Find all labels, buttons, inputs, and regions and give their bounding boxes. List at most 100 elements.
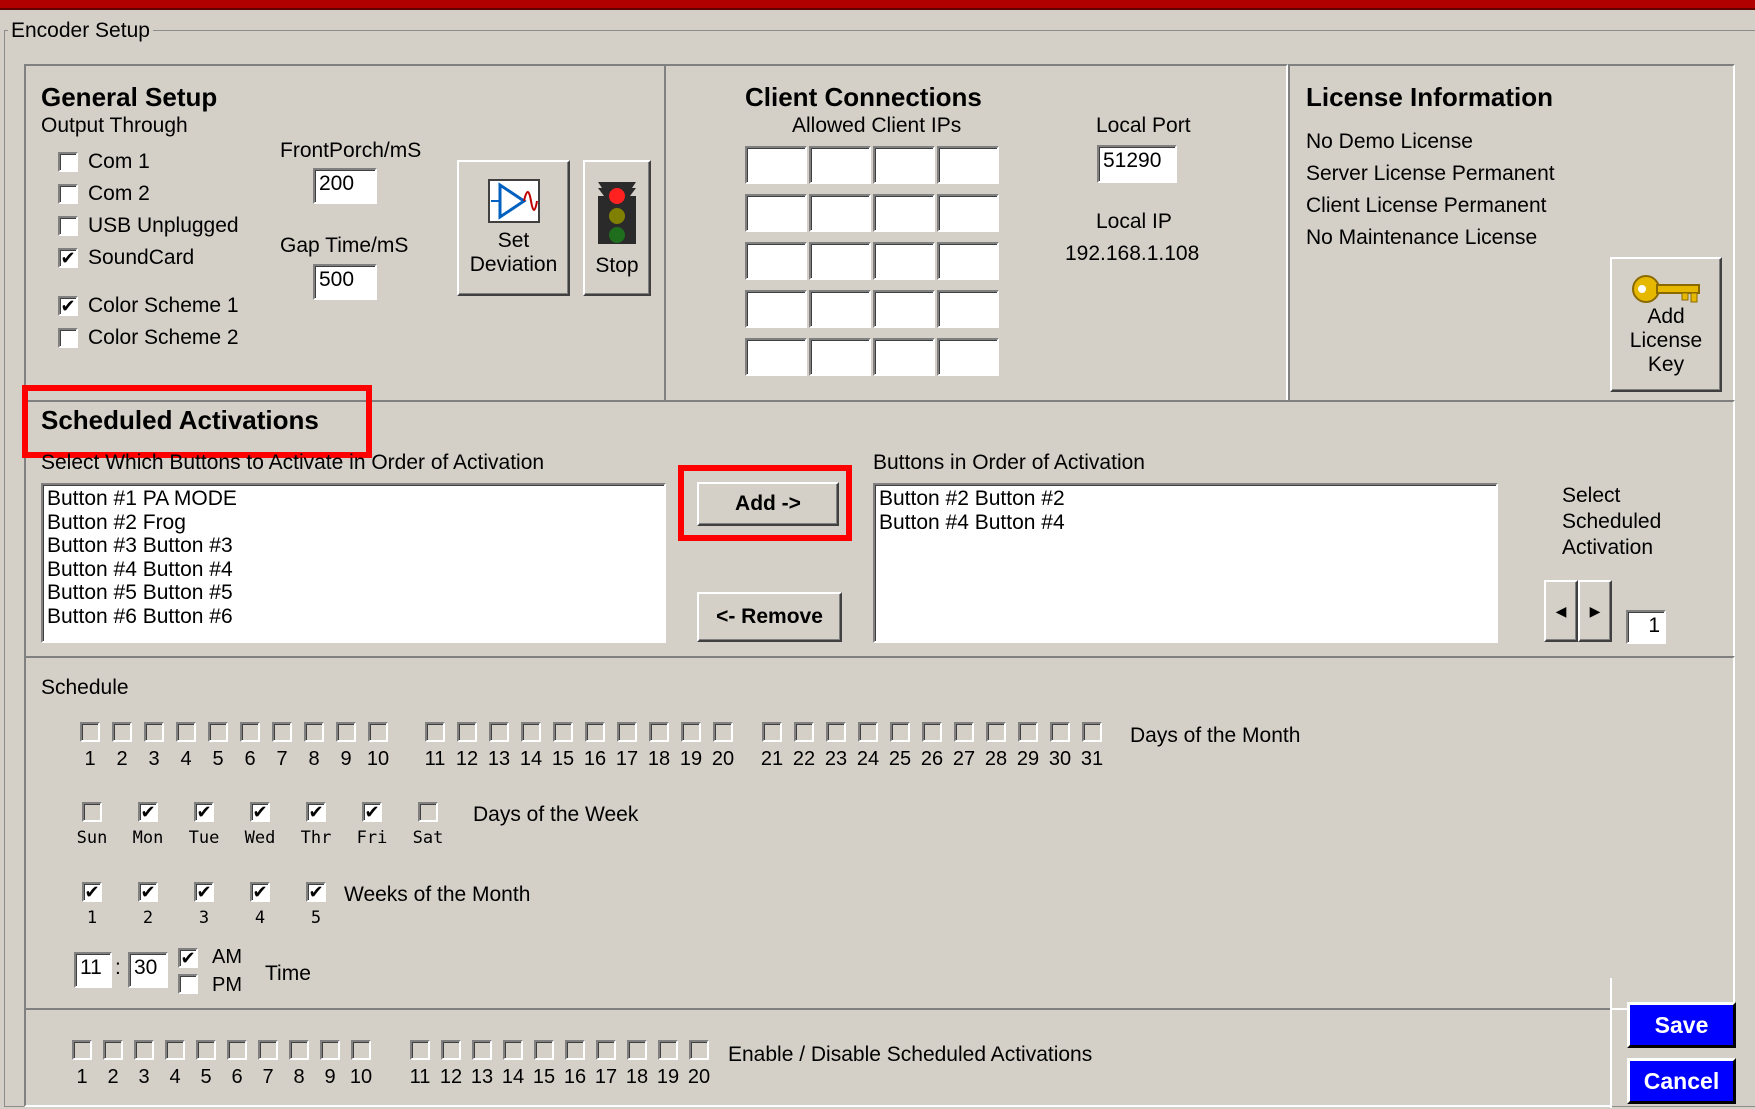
enable-activation-checkbox[interactable] (441, 1040, 461, 1060)
spin-left-button[interactable]: ◀ (1544, 580, 1578, 642)
output-option[interactable]: Com 2 (58, 178, 278, 210)
scheme-checkbox[interactable]: ✔ (58, 296, 78, 316)
week-of-month-checkbox[interactable]: ✔ (250, 882, 270, 902)
day-of-week-checkbox[interactable]: ✔ (306, 802, 326, 822)
front-porch-input[interactable]: 200 (313, 168, 377, 204)
day-of-month-checkbox[interactable] (425, 722, 445, 742)
day-of-week-checkbox[interactable] (418, 802, 438, 822)
available-buttons-list[interactable]: Button #1 PA MODE Button #2 Frog Button #3… (41, 483, 666, 643)
day-of-month-checkbox[interactable] (954, 722, 974, 742)
day-of-month-checkbox[interactable] (1050, 722, 1070, 742)
ip-octet-input[interactable] (745, 242, 807, 280)
ip-octet-input[interactable] (937, 290, 999, 328)
day-of-month-checkbox[interactable] (826, 722, 846, 742)
day-of-month-checkbox[interactable] (457, 722, 477, 742)
day-of-month-checkbox[interactable] (304, 722, 324, 742)
day-of-month-checkbox[interactable] (713, 722, 733, 742)
ip-octet-input[interactable] (809, 290, 871, 328)
enable-activation-checkbox[interactable] (472, 1040, 492, 1060)
day-of-month-checkbox[interactable] (336, 722, 356, 742)
day-of-month-checkbox[interactable] (890, 722, 910, 742)
week-of-month-checkbox[interactable]: ✔ (194, 882, 214, 902)
output-checkbox[interactable] (58, 152, 78, 172)
set-deviation-button[interactable]: Set Deviation (457, 160, 570, 296)
enable-activation-checkbox[interactable] (227, 1040, 247, 1060)
output-option[interactable]: ✔ SoundCard (58, 242, 278, 274)
local-port-input[interactable]: 51290 (1097, 145, 1177, 183)
day-of-month-checkbox[interactable] (649, 722, 669, 742)
enable-activation-checkbox[interactable] (289, 1040, 309, 1060)
list-item[interactable]: Button #4 Button #4 (879, 511, 1492, 535)
enable-activation-checkbox[interactable] (351, 1040, 371, 1060)
day-of-month-checkbox[interactable] (272, 722, 292, 742)
day-of-week-checkbox[interactable] (82, 802, 102, 822)
scheme-checkbox[interactable] (58, 328, 78, 348)
day-of-month-checkbox[interactable] (489, 722, 509, 742)
stop-button[interactable]: Stop (583, 160, 651, 296)
day-of-week-checkbox[interactable]: ✔ (138, 802, 158, 822)
day-of-month-checkbox[interactable] (112, 722, 132, 742)
ip-octet-input[interactable] (809, 194, 871, 232)
day-of-month-checkbox[interactable] (1018, 722, 1038, 742)
ip-octet-input[interactable] (873, 242, 935, 280)
ip-octet-input[interactable] (873, 338, 935, 376)
enable-activation-checkbox[interactable] (72, 1040, 92, 1060)
day-of-month-checkbox[interactable] (858, 722, 878, 742)
day-of-month-checkbox[interactable] (794, 722, 814, 742)
spin-right-button[interactable]: ▶ (1578, 580, 1612, 642)
list-item[interactable]: Button #4 Button #4 (47, 558, 660, 582)
enable-activation-checkbox[interactable] (320, 1040, 340, 1060)
day-of-month-checkbox[interactable] (762, 722, 782, 742)
ip-octet-input[interactable] (745, 194, 807, 232)
output-option[interactable]: Com 1 (58, 146, 278, 178)
add-license-key-button[interactable]: Add License Key (1610, 257, 1722, 392)
scheduled-activation-number[interactable]: 1 (1626, 610, 1666, 644)
scheme-option[interactable]: Color Scheme 2 (58, 322, 288, 354)
pm-checkbox[interactable] (178, 974, 198, 994)
day-of-month-checkbox[interactable] (368, 722, 388, 742)
list-item[interactable]: Button #6 Button #6 (47, 605, 660, 629)
day-of-month-checkbox[interactable] (681, 722, 701, 742)
ip-octet-input[interactable] (873, 194, 935, 232)
week-of-month-checkbox[interactable]: ✔ (306, 882, 326, 902)
list-item[interactable]: Button #3 Button #3 (47, 534, 660, 558)
enable-activation-checkbox[interactable] (596, 1040, 616, 1060)
enable-activation-checkbox[interactable] (689, 1040, 709, 1060)
ordered-buttons-list[interactable]: Button #2 Button #2 Button #4 Button #4 (873, 483, 1498, 643)
day-of-month-checkbox[interactable] (176, 722, 196, 742)
save-button[interactable]: Save (1627, 1002, 1736, 1048)
output-checkbox[interactable]: ✔ (58, 248, 78, 268)
enable-activation-checkbox[interactable] (534, 1040, 554, 1060)
enable-activation-checkbox[interactable] (410, 1040, 430, 1060)
ip-octet-input[interactable] (937, 242, 999, 280)
day-of-month-checkbox[interactable] (240, 722, 260, 742)
ip-octet-input[interactable] (873, 290, 935, 328)
day-of-month-checkbox[interactable] (80, 722, 100, 742)
week-of-month-checkbox[interactable]: ✔ (82, 882, 102, 902)
scheme-option[interactable]: ✔ Color Scheme 1 (58, 290, 288, 322)
day-of-month-checkbox[interactable] (585, 722, 605, 742)
output-checkbox[interactable] (58, 184, 78, 204)
enable-activation-checkbox[interactable] (503, 1040, 523, 1060)
day-of-week-checkbox[interactable]: ✔ (362, 802, 382, 822)
enable-activation-checkbox[interactable] (627, 1040, 647, 1060)
ip-octet-input[interactable] (809, 242, 871, 280)
enable-activation-checkbox[interactable] (103, 1040, 123, 1060)
gap-time-input[interactable]: 500 (313, 264, 377, 300)
day-of-month-checkbox[interactable] (521, 722, 541, 742)
cancel-button[interactable]: Cancel (1627, 1058, 1736, 1104)
ip-octet-input[interactable] (937, 146, 999, 184)
minute-input[interactable]: 30 (128, 952, 168, 988)
day-of-month-checkbox[interactable] (144, 722, 164, 742)
ip-octet-input[interactable] (873, 146, 935, 184)
enable-activation-checkbox[interactable] (258, 1040, 278, 1060)
day-of-week-checkbox[interactable]: ✔ (250, 802, 270, 822)
ip-octet-input[interactable] (745, 290, 807, 328)
remove-button[interactable]: <- Remove (697, 592, 842, 642)
day-of-month-checkbox[interactable] (1082, 722, 1102, 742)
ip-octet-input[interactable] (745, 146, 807, 184)
day-of-month-checkbox[interactable] (986, 722, 1006, 742)
list-item[interactable]: Button #2 Button #2 (879, 487, 1492, 511)
enable-activation-checkbox[interactable] (196, 1040, 216, 1060)
day-of-month-checkbox[interactable] (553, 722, 573, 742)
